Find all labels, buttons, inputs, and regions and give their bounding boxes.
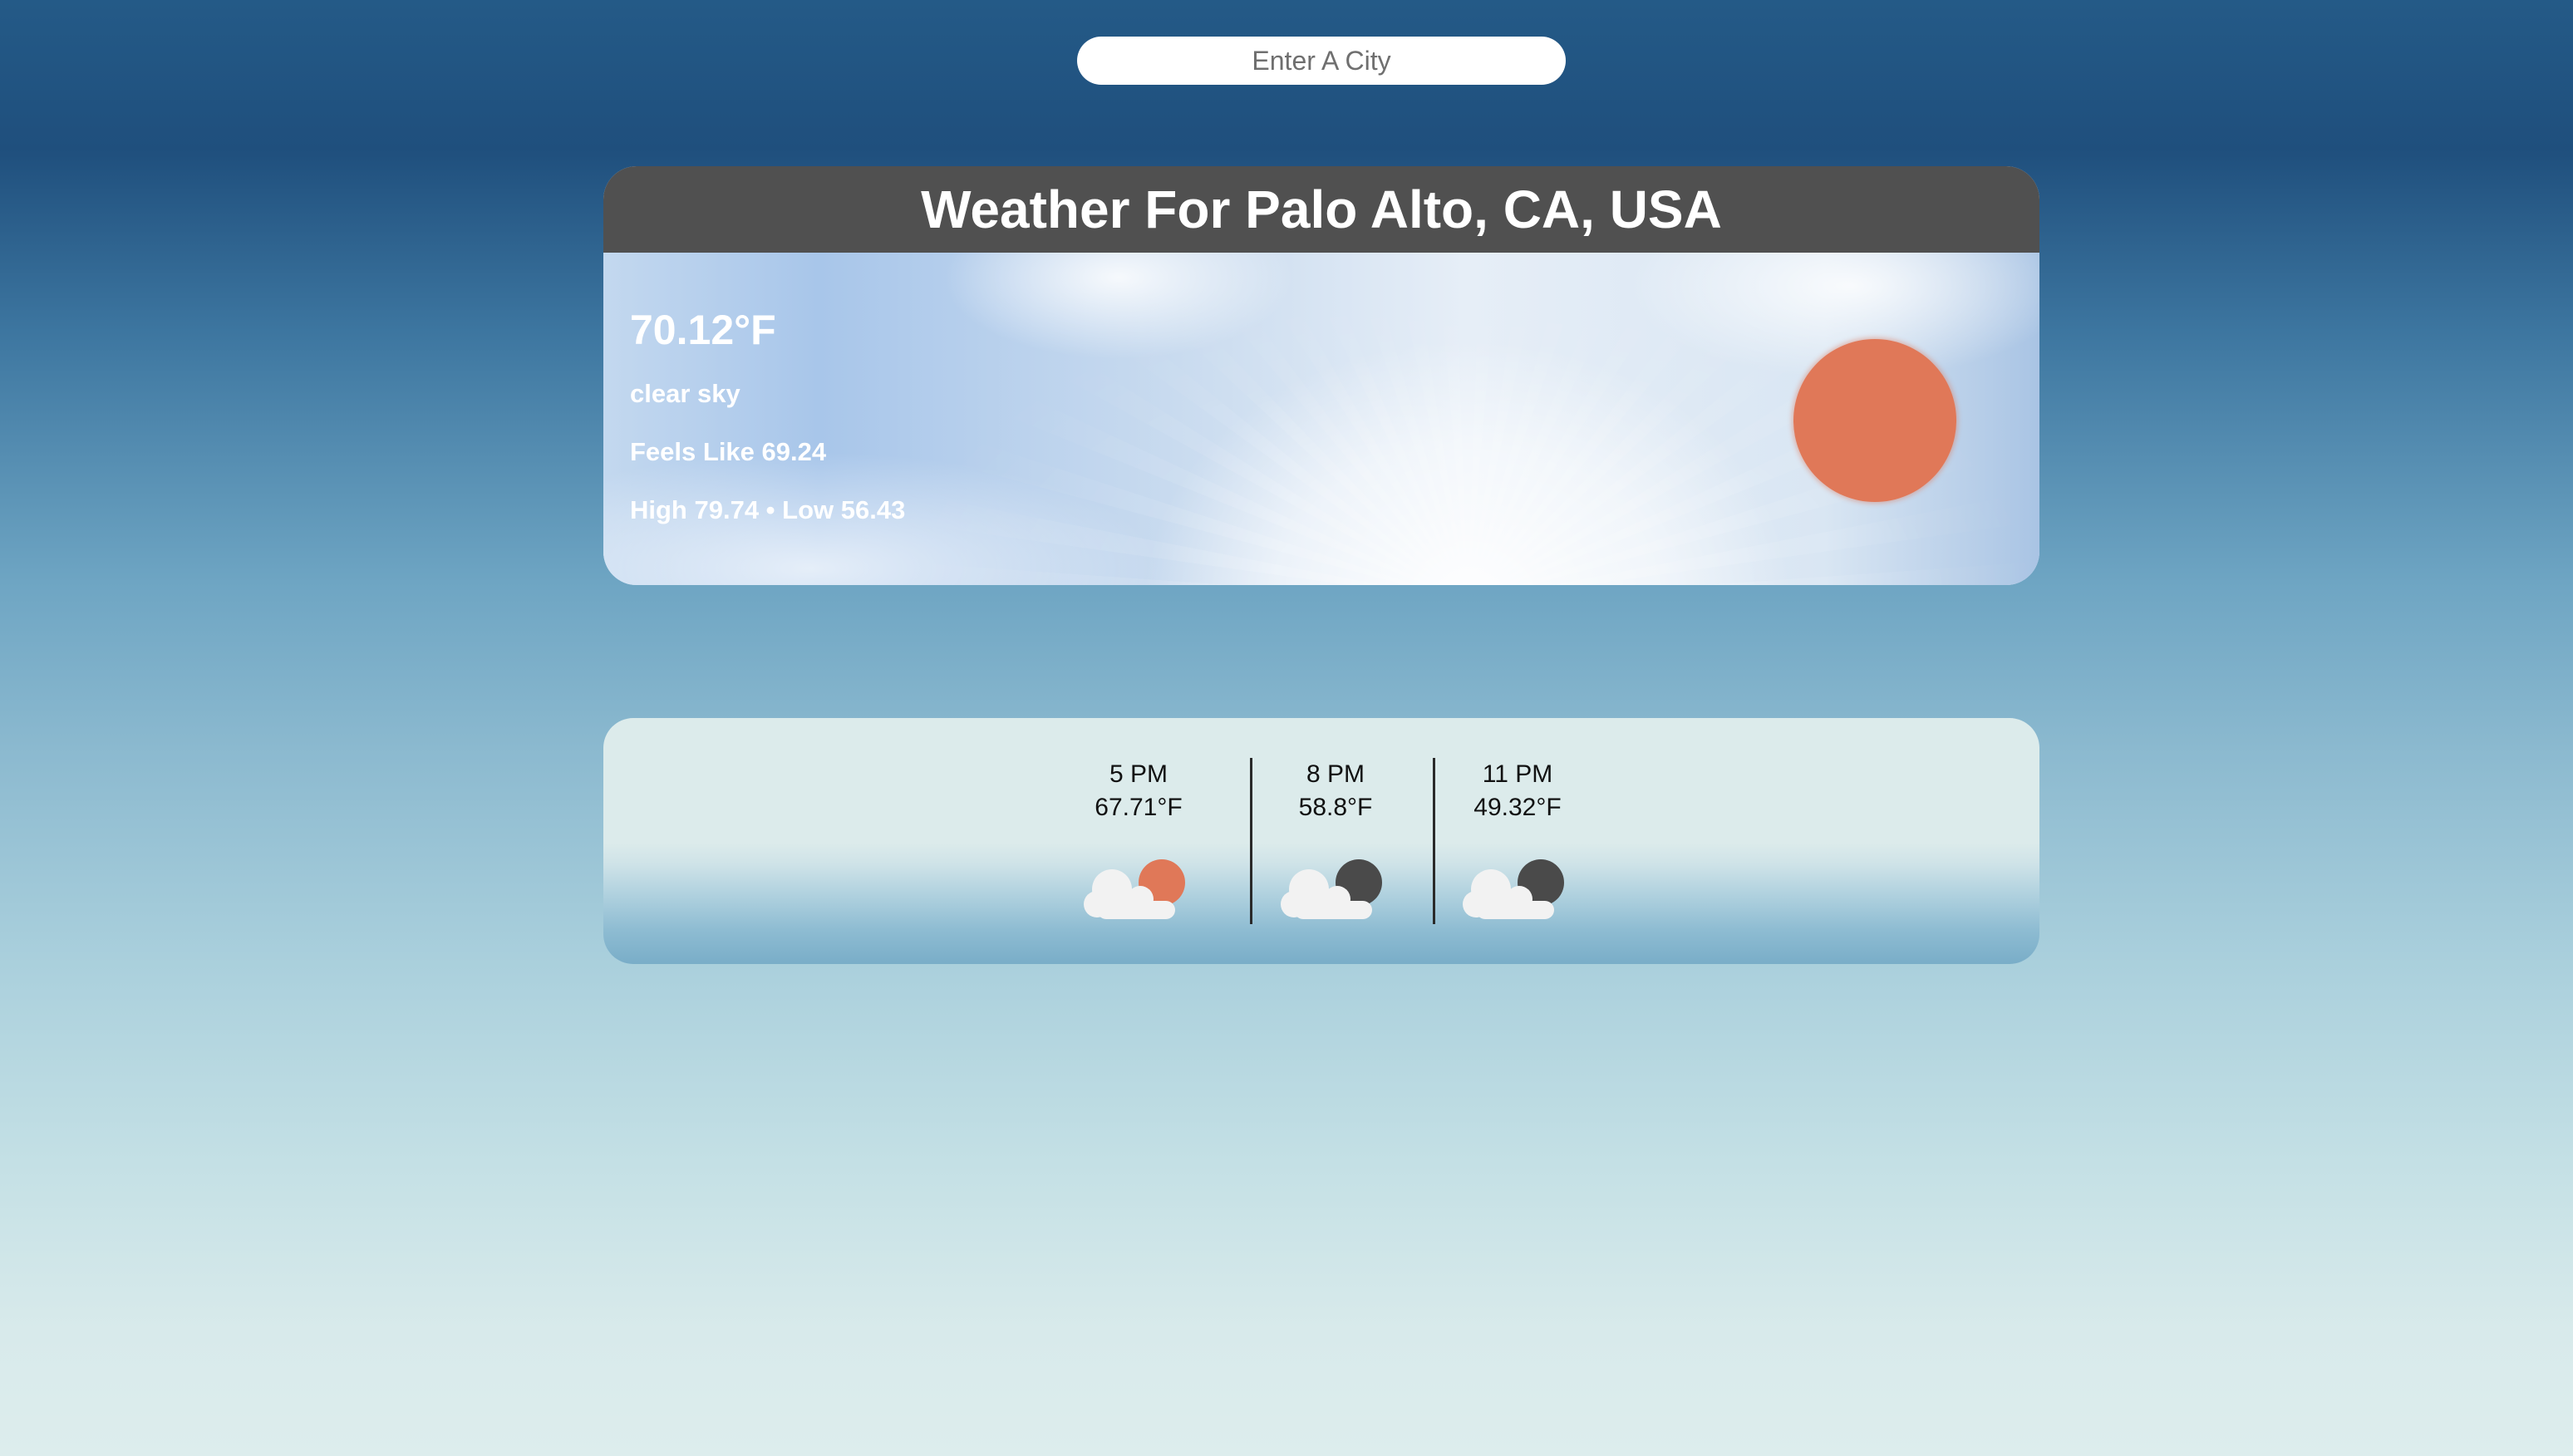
current-temperature: 70.12°F — [630, 307, 776, 353]
card-header: Weather For Palo Alto, CA, USA — [603, 166, 2039, 253]
forecast-temperature: 67.71°F — [1095, 794, 1183, 821]
weather-title: Weather For Palo Alto, CA, USA — [921, 180, 1722, 239]
forecast-time: 5 PM — [1109, 760, 1168, 788]
forecast-time: 8 PM — [1306, 760, 1365, 788]
weather-description: clear sky — [630, 379, 740, 408]
forecast-temperature: 49.32°F — [1473, 794, 1562, 821]
forecast-time: 11 PM — [1482, 760, 1553, 788]
cloud-moon-icon — [1281, 859, 1382, 919]
cloud-sun-icon — [1084, 859, 1185, 919]
forecast-item: 11 PM 49.32°F — [1426, 758, 1609, 919]
feels-like: Feels Like 69.24 — [630, 437, 827, 466]
cloud-moon-icon — [1463, 859, 1564, 919]
forecast-temperature: 58.8°F — [1298, 794, 1373, 821]
current-weather-card: Weather For Palo Alto, CA, USA 70.12°F c… — [603, 166, 2039, 585]
forecast-item: 5 PM 67.71°F — [1047, 758, 1230, 919]
city-search-input[interactable] — [1077, 37, 1566, 85]
high-low: High 79.74 • Low 56.43 — [630, 495, 906, 524]
sun-icon — [1793, 339, 1956, 502]
hourly-forecast-card: 5 PM 67.71°F 8 PM 58.8°F 11 PM 49.32°F — [603, 718, 2039, 964]
forecast-item: 8 PM 58.8°F — [1244, 758, 1427, 919]
